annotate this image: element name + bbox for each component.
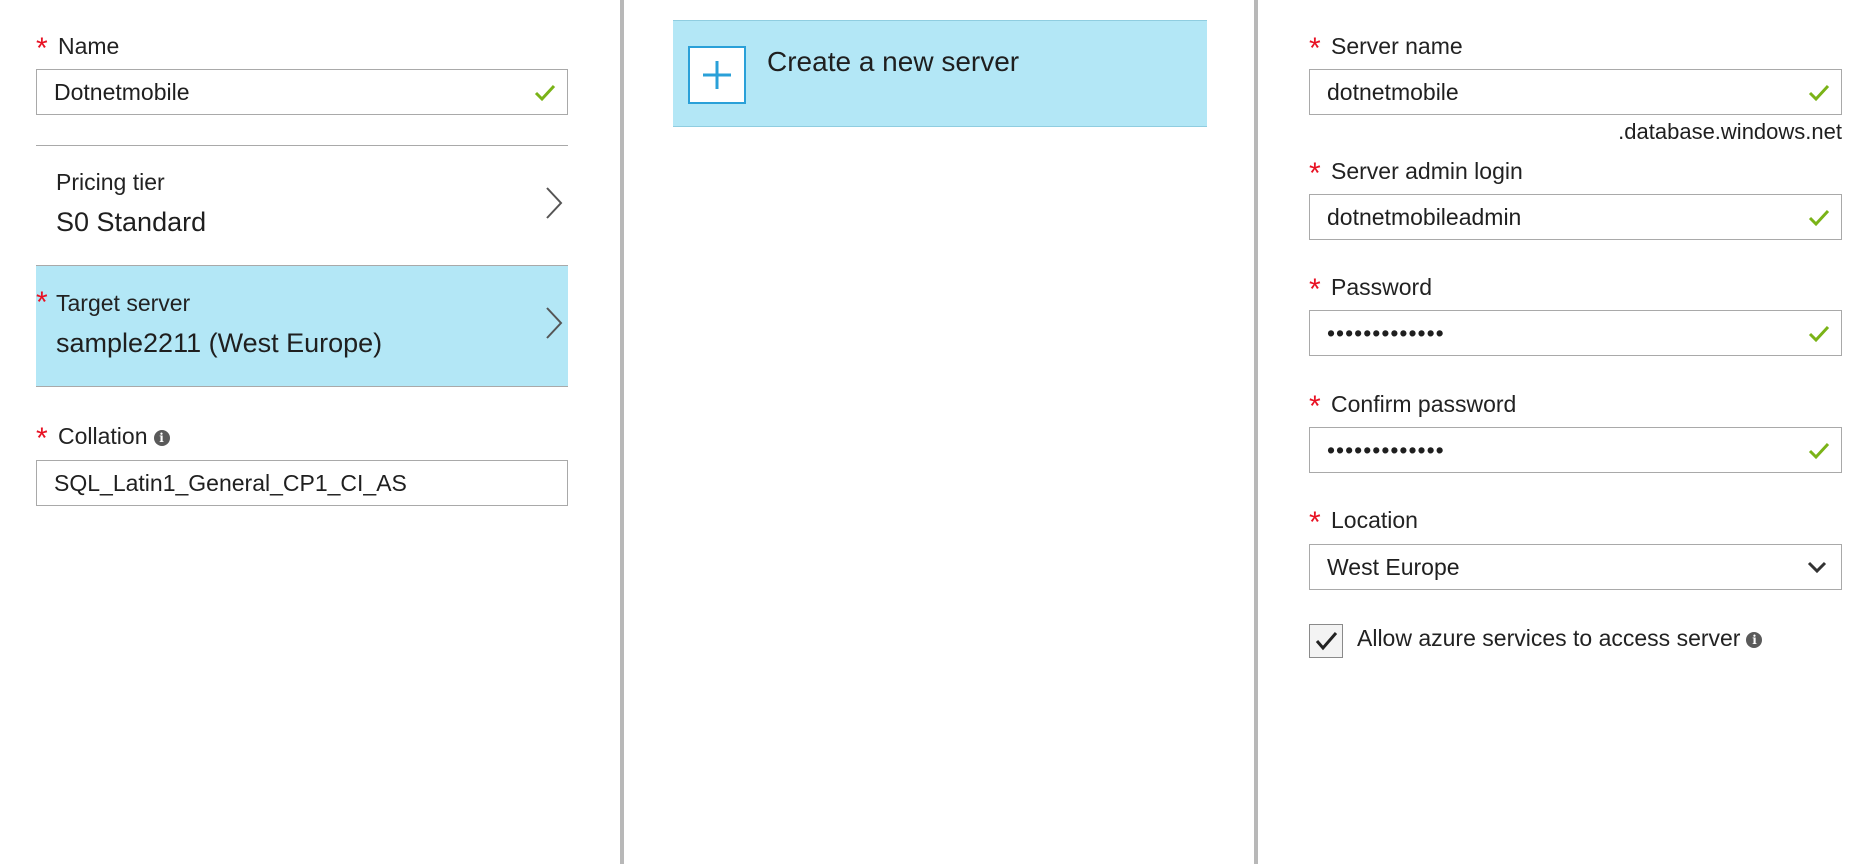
- new-server-blade: * Server name dotnetmobile .database.win…: [1261, 0, 1874, 864]
- password-input[interactable]: •••••••••••••: [1309, 310, 1842, 356]
- collation-input-value: SQL_Latin1_General_CP1_CI_AS: [54, 470, 407, 496]
- checkmark-icon: [1315, 632, 1338, 651]
- confirm-password-input[interactable]: •••••••••••••: [1309, 427, 1842, 473]
- required-mark: *: [1309, 273, 1321, 306]
- plus-icon: [688, 46, 746, 104]
- allow-azure-label-text: Allow azure services to access server: [1357, 625, 1741, 651]
- collation-input[interactable]: SQL_Latin1_General_CP1_CI_AS: [36, 460, 568, 506]
- required-mark: *: [1309, 390, 1321, 423]
- required-mark: *: [36, 32, 48, 65]
- info-icon[interactable]: i: [153, 429, 170, 446]
- required-mark: *: [36, 422, 48, 455]
- valid-check-icon: [534, 84, 556, 102]
- valid-check-icon: [1808, 84, 1830, 102]
- chevron-down-icon: [1807, 561, 1827, 574]
- name-input-value: Dotnetmobile: [54, 79, 190, 105]
- collation-label: Collation i: [58, 425, 170, 448]
- location-value: West Europe: [1327, 554, 1460, 580]
- password-value: •••••••••••••: [1327, 320, 1445, 346]
- server-name-input[interactable]: dotnetmobile: [1309, 69, 1842, 115]
- database-settings-blade: * Name Dotnetmobile Pricing tier S0 Stan…: [0, 0, 620, 864]
- pricing-tier-label: Pricing tier: [56, 169, 165, 195]
- target-server-label: Target server: [56, 290, 191, 316]
- chevron-right-icon: [546, 187, 563, 219]
- confirm-password-label: Confirm password: [1331, 391, 1517, 417]
- create-new-server-label: Create a new server: [767, 46, 1020, 77]
- server-name-value: dotnetmobile: [1327, 79, 1459, 105]
- required-mark: *: [1309, 32, 1321, 65]
- server-domain-suffix: .database.windows.net: [1618, 119, 1842, 144]
- name-input[interactable]: Dotnetmobile: [36, 69, 568, 115]
- confirm-password-value: •••••••••••••: [1327, 437, 1445, 463]
- admin-login-input[interactable]: dotnetmobileadmin: [1309, 194, 1842, 240]
- name-label: Name: [58, 33, 120, 59]
- collation-label-text: Collation: [58, 423, 148, 449]
- create-new-server-button[interactable]: Create a new server: [673, 20, 1207, 127]
- chevron-right-icon: [546, 307, 563, 339]
- pricing-tier-item[interactable]: Pricing tier S0 Standard: [36, 146, 568, 265]
- admin-login-label: Server admin login: [1331, 158, 1523, 184]
- blade-divider: [1254, 0, 1258, 864]
- required-mark: *: [36, 286, 48, 319]
- admin-login-value: dotnetmobileadmin: [1327, 204, 1522, 230]
- allow-azure-checkbox[interactable]: [1309, 624, 1343, 658]
- server-picker-blade: Create a new server: [624, 0, 1254, 864]
- location-label: Location: [1331, 507, 1418, 533]
- allow-azure-label: Allow azure services to access server i: [1357, 625, 1763, 651]
- target-server-item[interactable]: * Target server sample2211 (West Europe): [36, 265, 568, 387]
- server-name-label: Server name: [1331, 33, 1463, 59]
- required-mark: *: [1309, 157, 1321, 190]
- location-select[interactable]: West Europe: [1309, 544, 1842, 590]
- target-server-value: sample2211 (West Europe): [56, 328, 383, 358]
- valid-check-icon: [1808, 209, 1830, 227]
- required-mark: *: [1309, 506, 1321, 539]
- valid-check-icon: [1808, 442, 1830, 460]
- info-icon[interactable]: i: [1746, 631, 1763, 648]
- password-label: Password: [1331, 274, 1432, 300]
- plus-icon-glyph: [703, 61, 731, 89]
- valid-check-icon: [1808, 325, 1830, 343]
- pricing-tier-value: S0 Standard: [56, 207, 207, 237]
